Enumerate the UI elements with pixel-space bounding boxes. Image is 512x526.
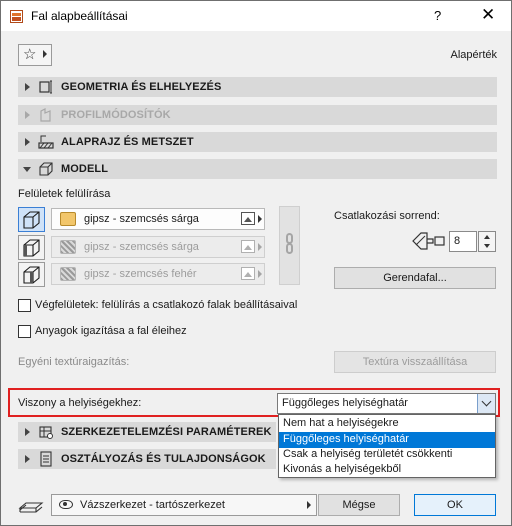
close-button[interactable]: ✕ — [481, 5, 495, 25]
end-surfaces-label: Végfelületek: felülírás a csatlakozó fal… — [35, 299, 298, 311]
zone-relation-label: Viszony a helyiségekhez: — [18, 397, 142, 409]
dropdown-option-selected[interactable]: Függőleges helyiséghatár — [279, 432, 495, 448]
geometry-icon — [39, 80, 52, 94]
ok-button[interactable]: OK — [414, 494, 496, 516]
spin-down-icon[interactable] — [484, 244, 490, 248]
expand-arrow-icon — [25, 83, 30, 91]
wall-side-icon — [23, 239, 40, 257]
star-icon: ☆ — [23, 46, 37, 63]
surface-swatch — [60, 267, 76, 281]
wall-side-icon — [23, 266, 40, 284]
reset-texture-button: Textúra visszaállítása — [334, 351, 496, 373]
section-geometry-label: GEOMETRIA ÉS ELHELYEZÉS — [61, 81, 222, 93]
section-profile-label: PROFILMÓDOSÍTÓK — [61, 109, 171, 121]
spin-up-icon[interactable] — [484, 235, 490, 239]
surface-side-button-3[interactable] — [18, 262, 45, 287]
window-title: Fal alapbeállításai — [31, 9, 128, 23]
connection-order-icon — [412, 232, 445, 250]
title-bar: Fal alapbeállításai ? ✕ — [1, 1, 511, 31]
custom-texture-label: Egyéni textúraigazítás: — [18, 356, 130, 368]
surface-name: gipsz - szemcsés sárga — [84, 213, 199, 225]
layer-select[interactable]: Vázszerkezet - tartószerkezet — [51, 494, 317, 516]
section-structural-label: SZERKEZETELEMZÉSI PARAMÉTEREK — [61, 426, 272, 438]
dropdown-option[interactable]: Nem hat a helyiségekre — [279, 416, 495, 432]
zone-relation-select[interactable]: Függőleges helyiséghatár — [277, 393, 496, 414]
zone-relation-value: Függőleges helyiséghatár — [282, 397, 408, 409]
section-floorplan-label: ALAPRAJZ ÉS METSZET — [61, 136, 194, 148]
collapse-arrow-icon — [23, 167, 31, 172]
surface-row-1[interactable]: gipsz - szemcsés sárga — [51, 208, 265, 230]
dropdown-option[interactable]: Csak a helyiség területét csökkenti — [279, 447, 495, 463]
layers-icon — [18, 502, 44, 513]
connection-order-stepper[interactable] — [478, 231, 496, 252]
help-button[interactable]: ? — [434, 8, 441, 23]
classification-icon — [40, 451, 52, 467]
expand-arrow-icon — [25, 138, 30, 146]
layer-name: Vázszerkezet - tartószerkezet — [80, 499, 225, 511]
section-floorplan[interactable]: ALAPRAJZ ÉS METSZET — [18, 132, 497, 152]
arrow-right-icon — [43, 50, 47, 58]
surface-picker-icon — [241, 240, 255, 253]
surface-row-2: gipsz - szemcsés sárga — [51, 236, 265, 258]
arrow-right-icon — [258, 215, 262, 223]
profile-icon — [40, 108, 51, 122]
wall-side-icon — [23, 211, 40, 229]
section-classification[interactable]: OSZTÁLYOZÁS ÉS TULAJDONSÁGOK — [18, 449, 276, 469]
dropdown-option[interactable]: Kivonás a helyiségekből — [279, 462, 495, 478]
surface-picker-icon — [241, 267, 255, 280]
section-model-label: MODELL — [61, 163, 109, 175]
connection-order-input[interactable]: 8 — [449, 231, 477, 252]
arrow-right-icon — [307, 501, 311, 509]
surface-name: gipsz - szemcsés sárga — [84, 241, 199, 253]
defaults-label: Alapérték — [450, 49, 497, 61]
expand-arrow-icon — [25, 428, 30, 436]
chain-link-icon — [286, 243, 293, 254]
connection-order-value: 8 — [454, 235, 461, 247]
surface-swatch — [60, 240, 76, 254]
section-structural[interactable]: SZERKEZETELEMZÉSI PARAMÉTEREK — [18, 422, 276, 442]
model-icon — [39, 162, 53, 176]
dialog-window: Fal alapbeállításai ? ✕ ☆ Alapérték GEOM… — [0, 0, 512, 526]
section-profile: PROFILMÓDOSÍTÓK — [18, 105, 497, 125]
arrow-right-icon — [258, 243, 262, 251]
align-materials-label: Anyagok igazítása a fal éleihez — [35, 325, 187, 337]
structural-analysis-icon — [39, 426, 53, 439]
section-classification-label: OSZTÁLYOZÁS ÉS TULAJDONSÁGOK — [61, 453, 266, 465]
eye-icon — [59, 500, 73, 509]
section-geometry[interactable]: GEOMETRIA ÉS ELHELYEZÉS — [18, 77, 497, 97]
chevron-down-icon[interactable] — [477, 394, 495, 413]
end-surfaces-checkbox[interactable] — [18, 299, 31, 312]
surface-override-label: Felületek felülírása — [18, 188, 111, 200]
cancel-button[interactable]: Mégse — [318, 494, 400, 516]
link-surfaces-button[interactable] — [279, 206, 300, 285]
arrow-right-icon — [258, 270, 262, 278]
favorites-button[interactable]: ☆ — [18, 44, 52, 66]
align-materials-checkbox[interactable] — [18, 325, 31, 338]
beam-wall-button[interactable]: Gerendafal... — [334, 267, 496, 289]
floorplan-icon — [38, 135, 54, 149]
section-model[interactable]: MODELL — [18, 159, 497, 179]
surface-side-button-2[interactable] — [18, 235, 45, 260]
surface-swatch — [60, 212, 76, 226]
zone-relation-dropdown: Nem hat a helyiségekre Függőleges helyis… — [278, 414, 496, 478]
expand-arrow-icon — [25, 111, 30, 119]
surface-row-3: gipsz - szemcsés fehér — [51, 263, 265, 285]
connection-order-label: Csatlakozási sorrend: — [334, 210, 440, 222]
surface-name: gipsz - szemcsés fehér — [84, 268, 197, 280]
surface-side-button-1[interactable] — [18, 207, 45, 232]
surface-picker-icon[interactable] — [241, 212, 255, 225]
expand-arrow-icon — [25, 455, 30, 463]
wall-tool-icon — [10, 10, 23, 23]
